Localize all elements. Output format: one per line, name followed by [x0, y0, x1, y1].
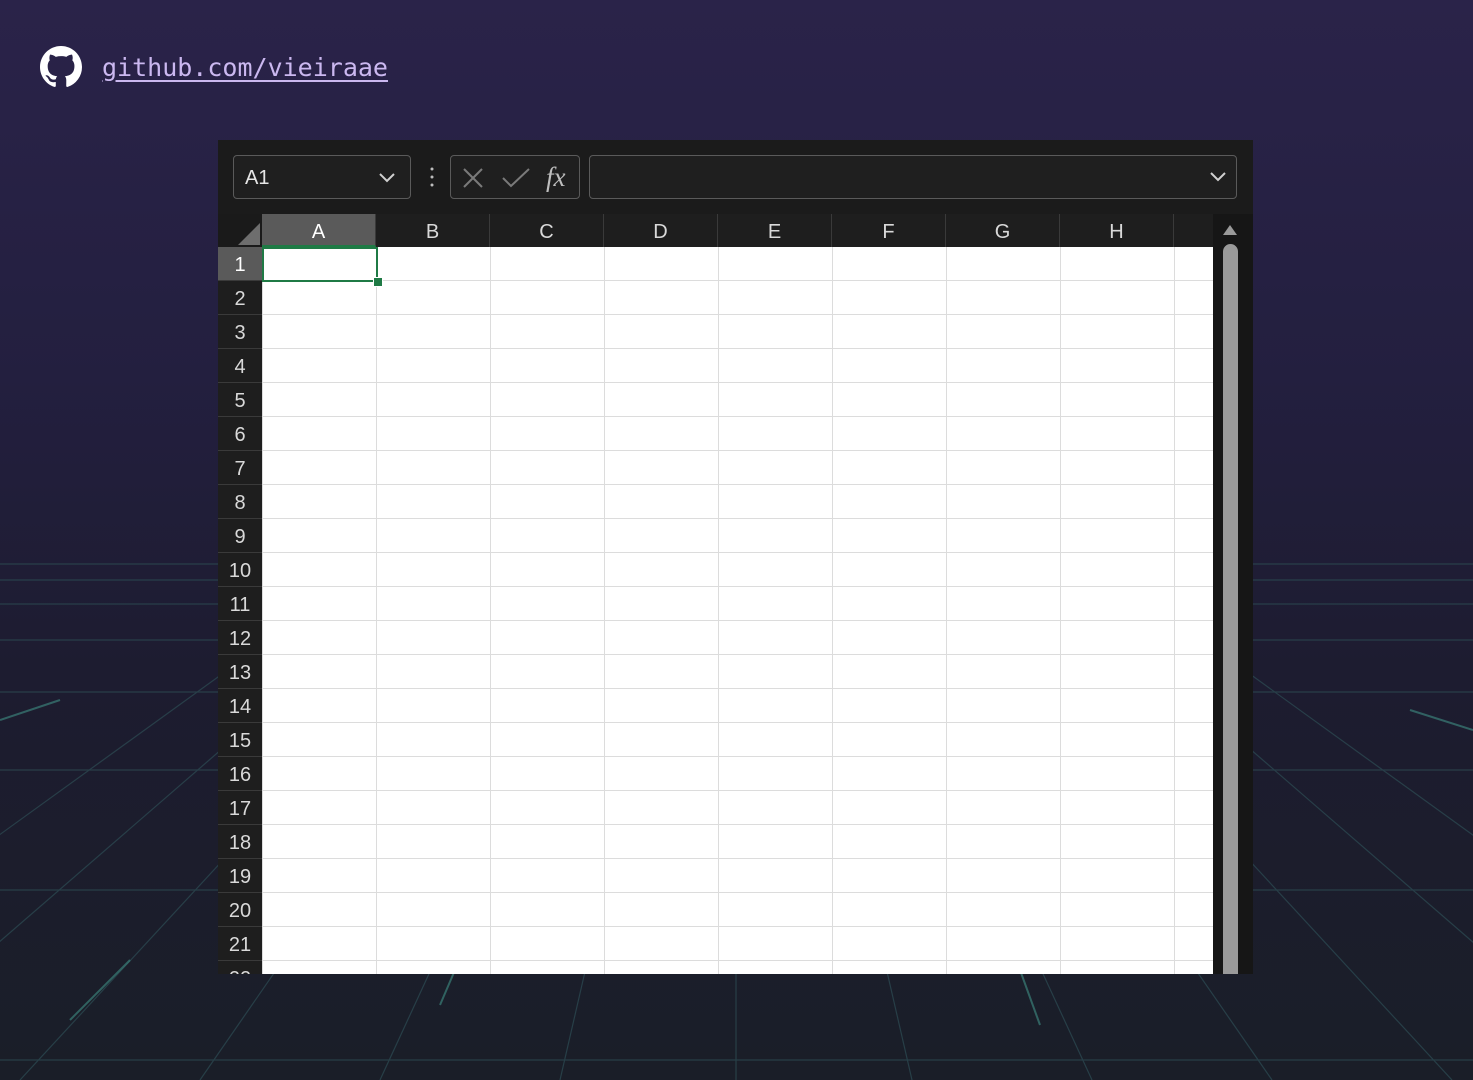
column-header-e[interactable]: E — [718, 214, 832, 247]
column-header-d[interactable]: D — [604, 214, 718, 247]
column-header-a[interactable]: A — [262, 214, 376, 247]
row-header-3[interactable]: 3 — [218, 315, 262, 349]
row-header-14[interactable]: 14 — [218, 689, 262, 723]
expand-formula-bar-icon[interactable] — [1208, 168, 1228, 184]
github-link-text[interactable]: github.com/vieiraae — [102, 53, 388, 82]
active-cell[interactable] — [262, 247, 378, 282]
formula-bar: A1 fx — [218, 140, 1253, 214]
fill-handle[interactable] — [373, 277, 383, 287]
scrollbar-thumb[interactable] — [1223, 244, 1238, 974]
row-header-7[interactable]: 7 — [218, 451, 262, 485]
cancel-icon[interactable] — [461, 166, 485, 190]
row-header-11[interactable]: 11 — [218, 587, 262, 621]
formula-input[interactable] — [589, 155, 1237, 199]
name-box[interactable]: A1 — [233, 155, 411, 199]
row-header-12[interactable]: 12 — [218, 621, 262, 655]
github-link[interactable]: github.com/vieiraae — [40, 46, 388, 88]
row-header-9[interactable]: 9 — [218, 519, 262, 553]
column-header-f[interactable]: F — [832, 214, 946, 247]
row-header-16[interactable]: 16 — [218, 757, 262, 791]
row-header-18[interactable]: 18 — [218, 825, 262, 859]
row-header-6[interactable]: 6 — [218, 417, 262, 451]
cell-grid[interactable] — [262, 247, 1213, 974]
row-header-20[interactable]: 20 — [218, 893, 262, 927]
row-header-8[interactable]: 8 — [218, 485, 262, 519]
column-headers: ABCDEFGH — [262, 214, 1213, 247]
row-header-10[interactable]: 10 — [218, 553, 262, 587]
select-all-button[interactable] — [218, 214, 262, 247]
row-header-2[interactable]: 2 — [218, 281, 262, 315]
select-all-triangle-icon — [238, 223, 260, 245]
github-icon — [40, 46, 82, 87]
row-header-5[interactable]: 5 — [218, 383, 262, 417]
row-header-21[interactable]: 21 — [218, 927, 262, 961]
row-header-4[interactable]: 4 — [218, 349, 262, 383]
row-header-1[interactable]: 1 — [218, 247, 262, 281]
worksheet-grid: ABCDEFGH 1 2 3 4 5 6 7 8 9 10 11 12 13 14 15 16 17 18 19 20… — [218, 214, 1253, 974]
column-header-c[interactable]: C — [490, 214, 604, 247]
name-box-value: A1 — [245, 167, 270, 189]
row-header-15[interactable]: 15 — [218, 723, 262, 757]
row-header-17[interactable]: 17 — [218, 791, 262, 825]
row-headers: 12345678910111213141516171819202122 — [218, 247, 262, 974]
column-header-b[interactable]: B — [376, 214, 490, 247]
row-header-13[interactable]: 13 — [218, 655, 262, 689]
chevron-down-icon[interactable] — [378, 170, 396, 184]
checkmark-icon[interactable] — [501, 166, 531, 190]
column-header-h[interactable]: H — [1060, 214, 1174, 247]
formula-buttons: fx — [450, 155, 580, 199]
insert-function-icon[interactable]: fx — [546, 162, 566, 193]
spreadsheet-window: A1 fx A B C D E F G H 1 2 3 4 5 6 7 8 9 … — [218, 140, 1253, 974]
scroll-up-arrow-icon[interactable] — [1222, 224, 1238, 236]
vertical-scrollbar[interactable] — [1213, 214, 1253, 974]
column-header-g[interactable]: G — [946, 214, 1060, 247]
row-header-22[interactable]: 22 — [218, 961, 262, 974]
row-header-19[interactable]: 19 — [218, 859, 262, 893]
resize-handle-icon[interactable] — [430, 166, 434, 188]
